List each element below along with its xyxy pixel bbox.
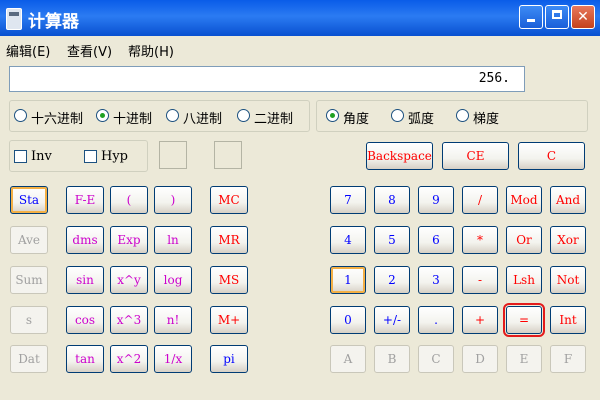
mc-button[interactable]: MC [210, 186, 248, 214]
ln-button[interactable]: ln [154, 226, 192, 254]
title-bar: 计算器 ✕ [0, 0, 600, 36]
f-e-button[interactable]: F-E [66, 186, 104, 214]
radio-label: 十六进制 [31, 112, 84, 127]
hex-a-button[interactable]: A [330, 345, 366, 373]
checkbox-label: Inv [31, 149, 52, 164]
maximize-icon [552, 10, 562, 19]
digit-5-button[interactable]: 5 [374, 226, 410, 254]
radio-label: 二进制 [254, 112, 294, 127]
radio-label: 八进制 [183, 112, 223, 127]
digit-6-button[interactable]: 6 [418, 226, 454, 254]
ave-button[interactable]: Ave [10, 226, 48, 254]
int-button[interactable]: Int [550, 306, 586, 334]
hex-b-button[interactable]: B [374, 345, 410, 373]
cos-button[interactable]: cos [66, 306, 104, 334]
x-cubed-button[interactable]: x^3 [110, 306, 148, 334]
digit-8-button[interactable]: 8 [374, 186, 410, 214]
hex-e-button[interactable]: E [506, 345, 542, 373]
radio-dot-selected [326, 109, 339, 122]
or-button[interactable]: Or [506, 226, 542, 254]
sin-button[interactable]: sin [66, 266, 104, 294]
negate-button[interactable]: +/- [374, 306, 410, 334]
backspace-button[interactable]: Backspace [366, 142, 433, 170]
ce-button[interactable]: CE [442, 142, 509, 170]
sum-button[interactable]: Sum [10, 266, 48, 294]
digit-3-button[interactable]: 3 [418, 266, 454, 294]
c-button[interactable]: C [518, 142, 585, 170]
digit-1-button[interactable]: 1 [330, 266, 366, 294]
checkbox-label: Hyp [101, 149, 129, 164]
and-button[interactable]: And [550, 186, 586, 214]
digit-4-button[interactable]: 4 [330, 226, 366, 254]
divide-button[interactable]: / [462, 186, 498, 214]
hex-d-button[interactable]: D [462, 345, 498, 373]
close-paren-button[interactable]: ) [154, 186, 192, 214]
radio-label: 十进制 [113, 112, 153, 127]
xor-button[interactable]: Xor [550, 226, 586, 254]
m-plus-button[interactable]: M+ [210, 306, 248, 334]
checkbox-box [84, 150, 97, 163]
close-button[interactable]: ✕ [571, 5, 595, 29]
digit-9-button[interactable]: 9 [418, 186, 454, 214]
memory-indicator [159, 141, 187, 169]
reciprocal-button[interactable]: 1/x [154, 345, 192, 373]
window-title: 计算器 [28, 12, 79, 32]
equals-button[interactable]: = [503, 303, 545, 337]
x-pow-y-button[interactable]: x^y [110, 266, 148, 294]
digit-7-button[interactable]: 7 [330, 186, 366, 214]
mr-button[interactable]: MR [210, 226, 248, 254]
radio-label: 角度 [343, 112, 370, 127]
exp-button[interactable]: Exp [110, 226, 148, 254]
hex-c-button[interactable]: C [418, 345, 454, 373]
radio-dot [391, 109, 404, 122]
close-icon: ✕ [577, 9, 589, 25]
sta-button[interactable]: Sta [10, 186, 48, 214]
tan-button[interactable]: tan [66, 345, 104, 373]
radio-dot [14, 109, 27, 122]
s-button[interactable]: s [10, 306, 48, 334]
radio-dot [237, 109, 250, 122]
checkbox-box [14, 150, 27, 163]
digit-0-button[interactable]: 0 [330, 306, 366, 334]
minimize-button[interactable] [519, 5, 543, 29]
decimal-button[interactable]: . [418, 306, 454, 334]
inv-hyp-group: Inv Hyp [9, 140, 148, 172]
dms-button[interactable]: dms [66, 226, 104, 254]
open-paren-button[interactable]: ( [110, 186, 148, 214]
menu-edit[interactable]: 编辑(E) [6, 41, 50, 60]
hex-f-button[interactable]: F [550, 345, 586, 373]
lsh-button[interactable]: Lsh [506, 266, 542, 294]
radio-label: 梯度 [473, 112, 500, 127]
digit-2-button[interactable]: 2 [374, 266, 410, 294]
maximize-button[interactable] [545, 5, 569, 29]
factorial-button[interactable]: n! [154, 306, 192, 334]
ms-button[interactable]: MS [210, 266, 248, 294]
radio-dot [456, 109, 469, 122]
add-button[interactable]: + [462, 306, 498, 334]
result-display: 256. [9, 66, 525, 92]
menu-bar: 编辑(E) 查看(V) 帮助(H) [0, 38, 600, 60]
parenthesis-indicator [214, 141, 242, 169]
dat-button[interactable]: Dat [10, 345, 48, 373]
angle-mode-group: 角度 弧度 梯度 [316, 100, 588, 132]
menu-view[interactable]: 查看(V) [67, 41, 112, 60]
multiply-button[interactable]: * [462, 226, 498, 254]
log-button[interactable]: log [154, 266, 192, 294]
calculator-icon [6, 8, 22, 30]
x-squared-button[interactable]: x^2 [110, 345, 148, 373]
menu-help[interactable]: 帮助(H) [128, 41, 174, 60]
subtract-button[interactable]: - [462, 266, 498, 294]
base-mode-group: 十六进制 十进制 八进制 二进制 [9, 100, 310, 132]
pi-button[interactable]: pi [210, 345, 248, 373]
radio-label: 弧度 [408, 112, 435, 127]
mod-button[interactable]: Mod [506, 186, 542, 214]
display-value: 256. [478, 71, 510, 86]
radio-dot [166, 109, 179, 122]
minimize-icon [527, 19, 535, 22]
not-button[interactable]: Not [550, 266, 586, 294]
radio-dot-selected [96, 109, 109, 122]
